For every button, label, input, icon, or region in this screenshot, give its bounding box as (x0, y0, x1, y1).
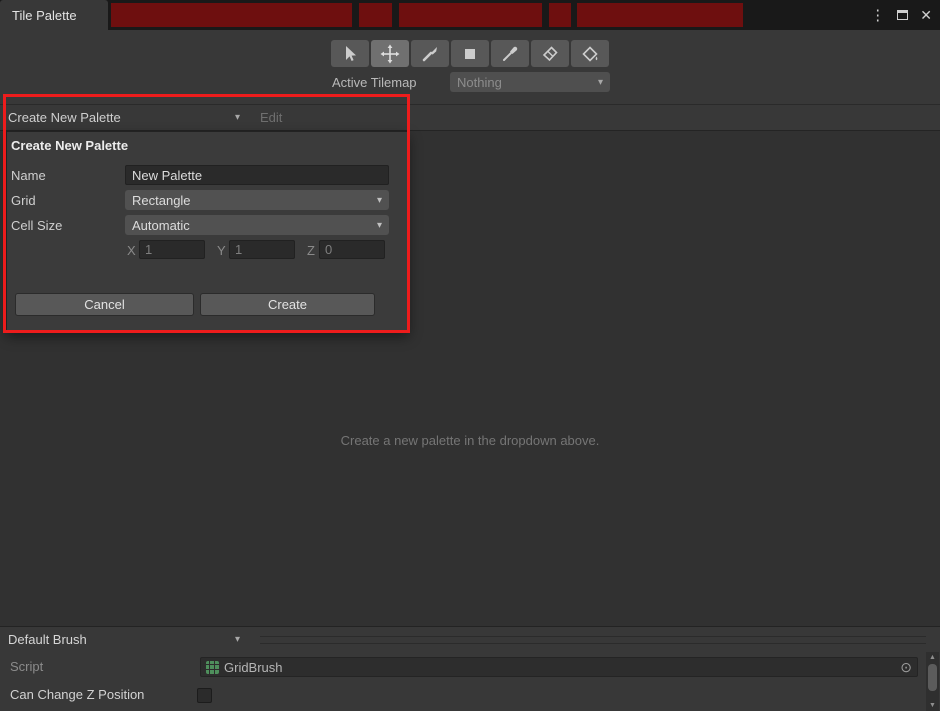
script-object-value: GridBrush (224, 659, 283, 675)
chevron-down-icon: ▾ (234, 634, 240, 645)
scroll-up-icon[interactable]: ▲ (926, 652, 939, 663)
tool-select-button[interactable] (331, 40, 369, 67)
active-tilemap-label: Active Tilemap (332, 75, 417, 90)
z-input[interactable] (319, 240, 385, 259)
y-axis-label: Y (217, 243, 226, 258)
tool-box-button[interactable] (451, 40, 489, 67)
create-button[interactable]: Create (200, 293, 375, 316)
tool-move-button[interactable] (371, 40, 409, 67)
palette-bar: Create New Palette ▾ Edit (0, 104, 940, 131)
grid-label: Grid (11, 193, 36, 208)
close-icon[interactable]: ✕ (920, 7, 932, 24)
palette-dropdown[interactable]: Create New Palette ▾ (0, 105, 248, 130)
x-axis-label: X (127, 243, 136, 258)
cursor-icon (346, 45, 356, 61)
brush-selector-row: Default Brush ▾ (0, 626, 940, 651)
splitter-grip (260, 636, 926, 644)
chevron-down-icon: ▾ (376, 194, 382, 206)
tool-eraser-button[interactable] (531, 40, 569, 67)
empty-state-message: Create a new palette in the dropdown abo… (340, 433, 600, 448)
tab-title: Tile Palette (12, 7, 77, 23)
script-object-field[interactable]: GridBrush ⊙ (200, 657, 918, 677)
script-row: Script GridBrush ⊙ (0, 651, 940, 681)
grid-dropdown[interactable]: Rectangle ▾ (125, 190, 389, 210)
brush-icon (422, 46, 437, 61)
object-picker-icon[interactable]: ⊙ (900, 659, 912, 676)
scrollbar-thumb[interactable] (928, 664, 937, 691)
scroll-down-icon[interactable]: ▼ (926, 700, 939, 711)
z-position-checkbox[interactable] (197, 688, 212, 703)
cell-size-label: Cell Size (11, 218, 63, 233)
name-input[interactable] (125, 165, 389, 185)
edit-button[interactable]: Edit (260, 110, 282, 125)
grid-dropdown-value: Rectangle (132, 192, 191, 208)
redacted-menu-block (359, 3, 392, 27)
y-input[interactable] (229, 240, 295, 259)
tab-bar: Tile Palette ⋮ ✕ (0, 0, 940, 30)
create-palette-popup: Create New Palette Name Grid Rectangle ▾… (6, 131, 409, 332)
tilemap-toolbar: Active Tilemap Nothing ▾ (0, 30, 940, 104)
brush-dropdown[interactable]: Default Brush ▾ (0, 627, 250, 652)
paint-bucket-icon (582, 45, 598, 62)
tool-fill-button[interactable] (571, 40, 609, 67)
tool-brush-button[interactable] (411, 40, 449, 67)
tool-picker-button[interactable] (491, 40, 529, 67)
kebab-menu-icon[interactable]: ⋮ (870, 6, 885, 24)
cell-size-dropdown[interactable]: Automatic ▾ (125, 215, 389, 235)
box-icon (465, 48, 475, 59)
z-position-row: Can Change Z Position (0, 681, 940, 711)
move-icon (380, 44, 400, 63)
eraser-icon (542, 45, 558, 61)
script-label: Script (10, 659, 44, 674)
gridbrush-icon (206, 660, 219, 674)
name-label: Name (11, 168, 46, 183)
active-tilemap-value: Nothing (457, 74, 502, 90)
redacted-menu-block (399, 3, 542, 27)
x-input[interactable] (139, 240, 205, 259)
palette-dropdown-value: Create New Palette (8, 110, 121, 125)
redacted-menu-block (549, 3, 571, 27)
maximize-icon[interactable] (897, 10, 909, 20)
redacted-menu-block (577, 3, 743, 27)
chevron-down-icon: ▾ (234, 112, 240, 123)
active-tilemap-dropdown[interactable]: Nothing ▾ (450, 72, 610, 92)
chevron-down-icon: ▾ (597, 76, 603, 88)
cancel-button[interactable]: Cancel (15, 293, 194, 316)
chevron-down-icon: ▾ (376, 219, 382, 231)
cell-size-dropdown-value: Automatic (132, 217, 190, 233)
brush-dropdown-value: Default Brush (8, 632, 87, 647)
eyedropper-icon (503, 46, 518, 61)
window-controls: ⋮ ✕ (870, 0, 932, 30)
tab-tile-palette[interactable]: Tile Palette (0, 0, 108, 30)
redacted-menu-block (111, 3, 352, 27)
vertical-scrollbar[interactable]: ▲ ▼ (926, 652, 939, 711)
z-axis-label: Z (307, 243, 315, 258)
tool-button-group (331, 40, 609, 67)
popup-title: Create New Palette (11, 138, 129, 153)
can-change-z-label: Can Change Z Position (10, 687, 145, 702)
